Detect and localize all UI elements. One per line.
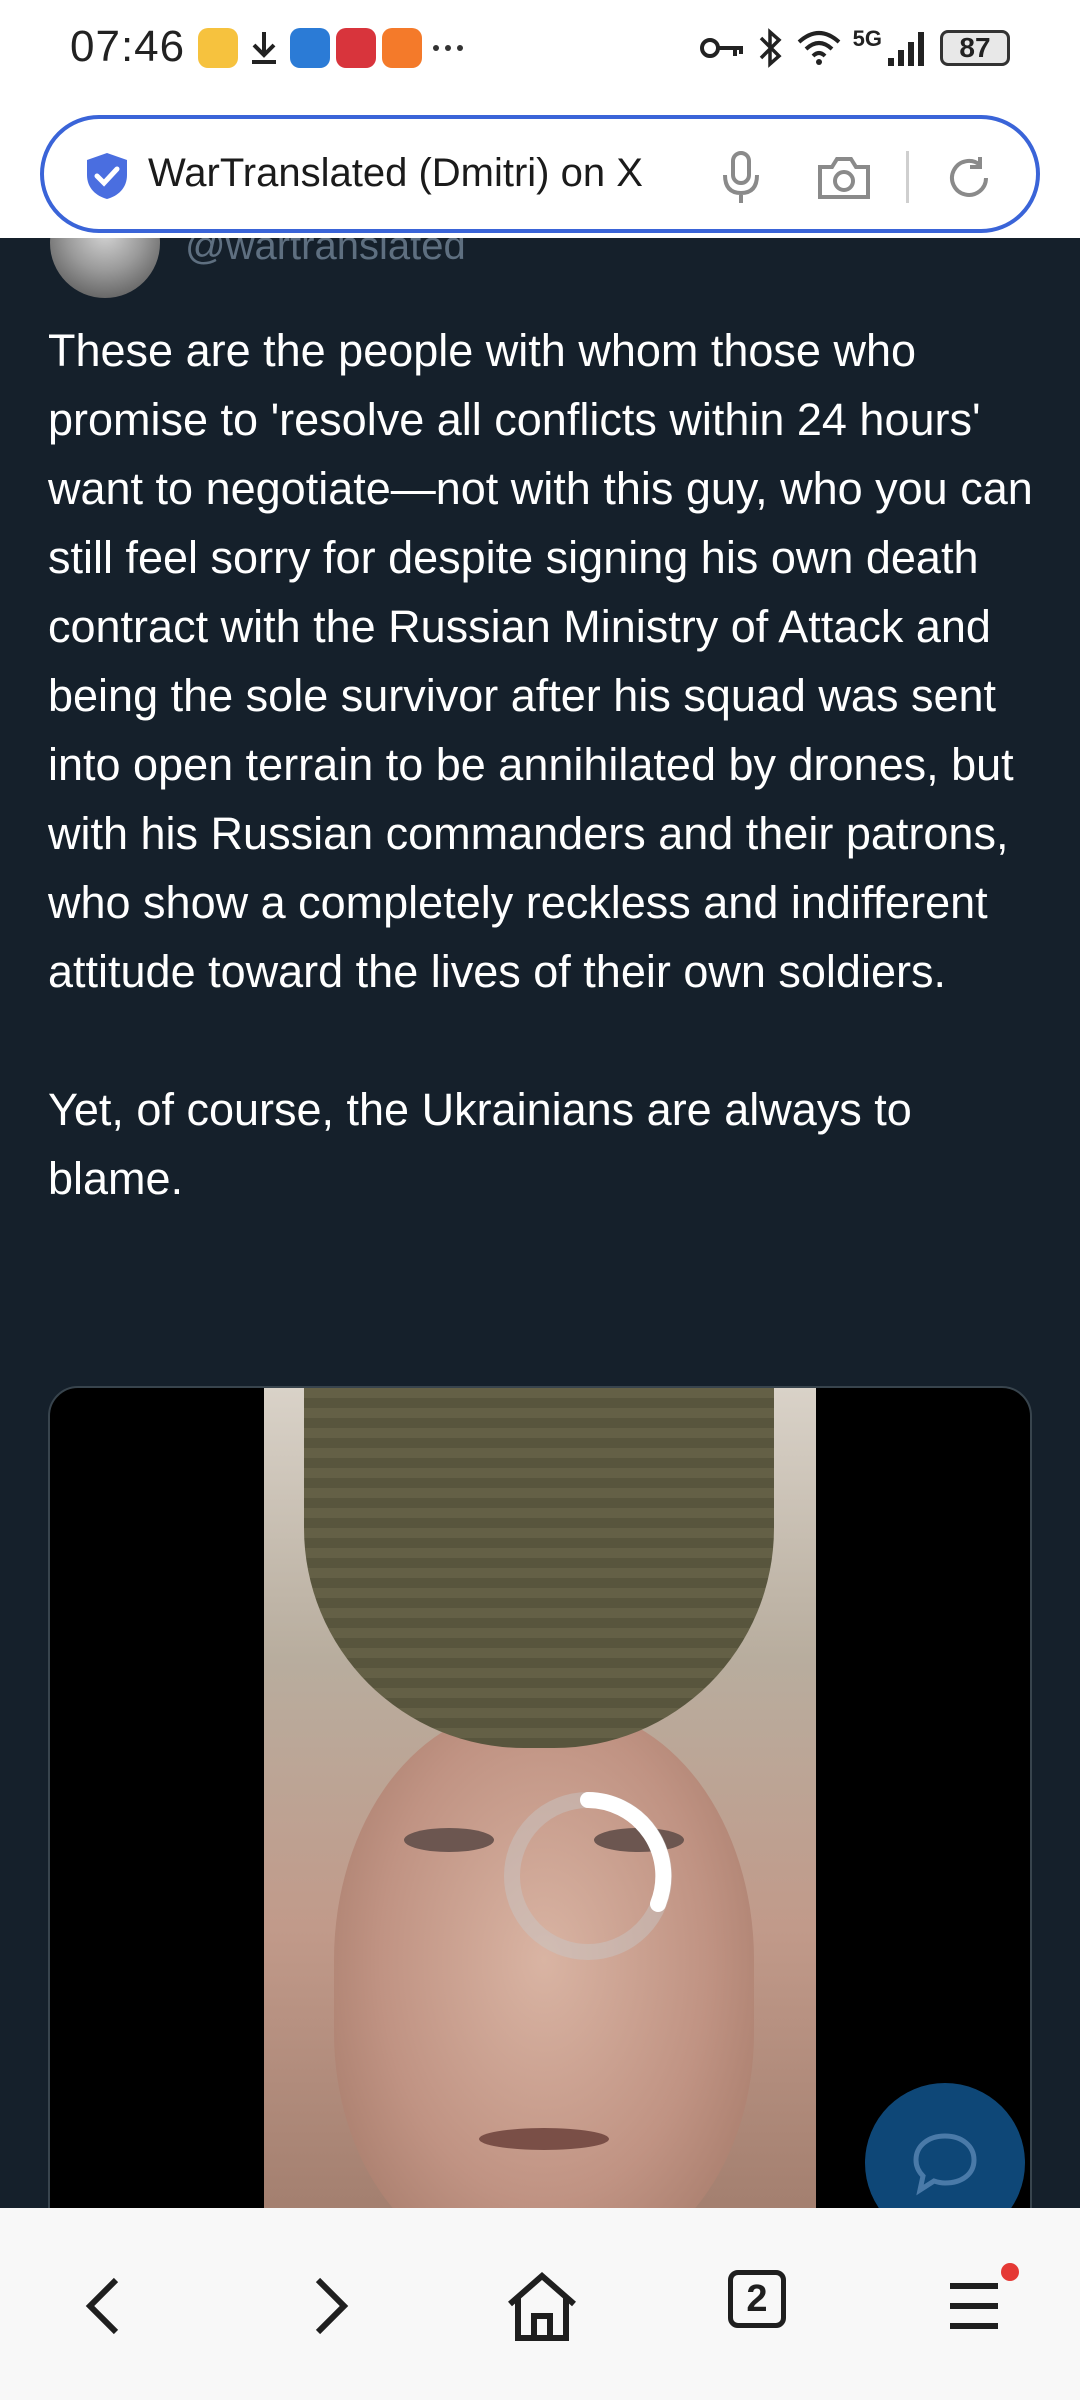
loading-spinner-icon xyxy=(504,1792,672,1960)
wifi-icon xyxy=(797,31,840,65)
battery-icon: 87 xyxy=(940,30,1010,66)
network-label: 5G xyxy=(852,26,882,51)
menu-notification-dot xyxy=(1001,2263,1019,2281)
shield-icon xyxy=(87,153,127,199)
camera-icon[interactable] xyxy=(816,153,872,201)
key-icon xyxy=(699,38,743,58)
video-mouth xyxy=(479,2128,609,2150)
more-icon xyxy=(433,45,463,51)
address-bar[interactable]: WarTranslated (Dmitri) on X xyxy=(40,115,1040,233)
speech-bubble-icon xyxy=(913,2133,977,2196)
tweet-view[interactable]: @wartranslated These are the people with… xyxy=(0,238,1080,2208)
back-icon[interactable] xyxy=(66,2266,146,2346)
user-handle[interactable]: @wartranslated xyxy=(185,238,466,269)
microphone-icon[interactable] xyxy=(719,149,763,205)
url-divider xyxy=(906,151,909,203)
weibo-icon xyxy=(198,28,238,68)
forward-icon[interactable] xyxy=(288,2266,368,2346)
reload-icon[interactable] xyxy=(944,153,994,203)
avatar[interactable] xyxy=(50,238,160,298)
tweet-text: These are the people with whom those who… xyxy=(48,325,1033,1204)
download-icon xyxy=(252,32,276,64)
gift-app-icon xyxy=(336,28,376,68)
tabs-icon[interactable]: 2 xyxy=(728,2270,786,2328)
menu-icon[interactable] xyxy=(934,2266,1014,2346)
bluetooth-icon xyxy=(759,28,782,68)
status-time: 07:46 xyxy=(70,22,186,71)
signal-icon xyxy=(888,32,924,66)
url-text[interactable]: WarTranslated (Dmitri) on X xyxy=(148,151,708,196)
video-player[interactable] xyxy=(48,1386,1032,2208)
bird-app-icon xyxy=(290,28,330,68)
video-hat xyxy=(304,1388,774,1748)
status-indicators: 5G 87 xyxy=(699,26,1010,70)
status-bar: 07:46 5G 87 xyxy=(0,0,1080,100)
play-app-icon xyxy=(382,28,422,68)
video-eye-left xyxy=(404,1828,494,1852)
home-icon[interactable] xyxy=(502,2266,582,2346)
status-app-icons xyxy=(198,28,468,68)
browser-bottom-nav: 2 xyxy=(0,2208,1080,2400)
